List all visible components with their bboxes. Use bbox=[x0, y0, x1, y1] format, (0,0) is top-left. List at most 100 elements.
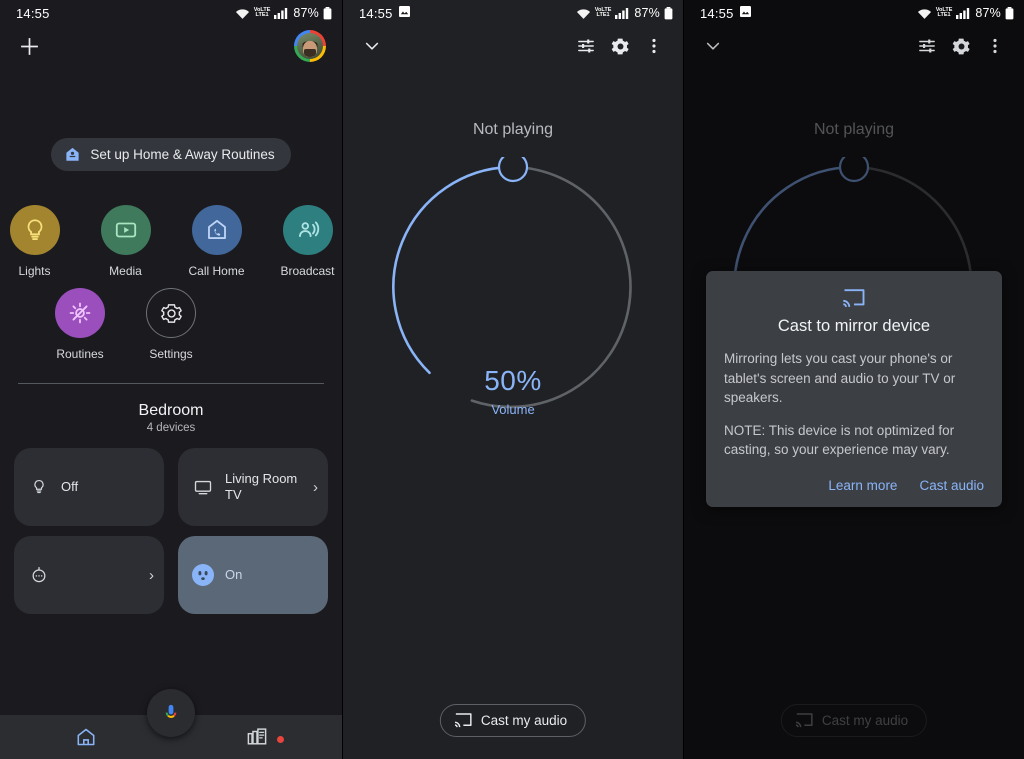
status-time: 14:55 bbox=[16, 5, 50, 21]
battery-percent: 87% bbox=[975, 6, 1001, 20]
dialog-paragraph-2: NOTE: This device is not optimized for c… bbox=[724, 422, 955, 458]
nav-home[interactable] bbox=[0, 726, 171, 748]
setup-routines-label: Set up Home & Away Routines bbox=[90, 147, 275, 162]
volume-percent: 50% bbox=[484, 365, 542, 396]
table-row[interactable]: Off bbox=[14, 448, 164, 526]
cast-icon bbox=[795, 713, 813, 728]
chevron-down-icon bbox=[706, 42, 720, 50]
nav-feed[interactable] bbox=[171, 726, 342, 748]
cast-icon bbox=[724, 289, 984, 308]
volte-indicator: VoLTE LTE1 bbox=[594, 6, 612, 18]
dial-handle bbox=[497, 157, 529, 183]
quick-action-label: Broadcast bbox=[280, 264, 335, 278]
dialog-title: Cast to mirror device bbox=[777, 317, 931, 335]
cast-action-bar bbox=[684, 26, 1024, 66]
quick-action-media[interactable]: Media bbox=[89, 205, 162, 278]
dial-progress bbox=[392, 165, 515, 375]
overflow-menu-button[interactable] bbox=[637, 29, 671, 63]
quick-action-label: Lights bbox=[18, 264, 51, 278]
signal-bars-icon bbox=[615, 8, 629, 19]
battery-percent: 87% bbox=[634, 6, 660, 20]
volte-indicator: VoLTE LTE1 bbox=[253, 6, 271, 18]
cast-my-audio-button[interactable]: Cast my audio bbox=[780, 704, 928, 737]
avatar-image bbox=[297, 33, 323, 59]
gear-icon bbox=[952, 38, 970, 54]
status-icons: VoLTE LTE1 87% bbox=[576, 6, 673, 20]
room-device-count: 4 devices bbox=[146, 422, 196, 434]
feed-badge bbox=[277, 736, 284, 743]
cast-audio-button[interactable]: Cast audio bbox=[919, 478, 984, 493]
equalizer-icon bbox=[578, 39, 594, 53]
dialog-body: Mirroring lets you cast your phone's or … bbox=[724, 349, 984, 460]
device-state-label: On bbox=[225, 566, 243, 582]
device-tiles: Off Living Room TV › › On bbox=[14, 448, 328, 614]
quick-action-settings[interactable]: Settings bbox=[135, 288, 208, 361]
room-title: Bedroom bbox=[138, 402, 204, 419]
quick-action-lights[interactable]: Lights bbox=[0, 205, 71, 278]
avatar[interactable] bbox=[294, 30, 326, 62]
quick-action-routines[interactable]: Routines bbox=[44, 288, 117, 361]
settings-button[interactable] bbox=[944, 29, 978, 63]
quick-action-call-home[interactable]: Call Home bbox=[180, 205, 253, 278]
assistant-mic-icon bbox=[165, 704, 177, 718]
tv-icon bbox=[190, 477, 216, 497]
add-device-button[interactable] bbox=[12, 29, 46, 63]
table-row[interactable]: On bbox=[178, 536, 328, 614]
equalizer-button[interactable] bbox=[910, 29, 944, 63]
call-home-icon bbox=[191, 205, 242, 255]
image-icon bbox=[398, 6, 410, 20]
status-time: 14:55 bbox=[700, 5, 734, 21]
table-row[interactable]: Living Room TV › bbox=[178, 448, 328, 526]
signal-bars-icon bbox=[274, 8, 288, 19]
status-bar-volume: 14:55 VoLTE LTE1 87% bbox=[343, 0, 683, 26]
quick-action-broadcast[interactable]: Broadcast bbox=[271, 205, 342, 278]
table-row[interactable]: › bbox=[14, 536, 164, 614]
volume-dial[interactable]: 50% Volume bbox=[383, 157, 643, 417]
cast-icon bbox=[454, 713, 472, 728]
feed-icon bbox=[247, 728, 266, 745]
battery-percent: 87% bbox=[293, 6, 319, 20]
settings-button[interactable] bbox=[603, 29, 637, 63]
learn-more-button[interactable]: Learn more bbox=[828, 478, 897, 493]
play-box-icon bbox=[100, 205, 151, 255]
gear-icon bbox=[611, 38, 629, 54]
quick-action-label: Routines bbox=[56, 347, 104, 361]
quick-action-label: Media bbox=[109, 264, 142, 278]
cast-my-audio-button[interactable]: Cast my audio bbox=[439, 704, 587, 737]
plus-icon bbox=[20, 37, 38, 55]
quick-actions-grid: Lights Media Call Home Broadcast Routine… bbox=[0, 205, 342, 361]
overflow-menu-button[interactable] bbox=[978, 29, 1012, 63]
home-icon bbox=[77, 728, 94, 746]
home-routine-icon bbox=[66, 147, 79, 161]
wifi-icon bbox=[917, 8, 931, 19]
google-home-panel: 14:55 VoLTE LTE1 87% Set up Home & Away … bbox=[0, 0, 342, 759]
signal-bars-icon bbox=[956, 8, 970, 19]
status-icons: VoLTE LTE1 87% bbox=[235, 6, 332, 20]
chevron-right-icon: › bbox=[313, 478, 318, 496]
collapse-button[interactable] bbox=[355, 29, 389, 63]
dial-handle bbox=[838, 157, 870, 183]
volume-label: Volume bbox=[491, 402, 535, 417]
section-divider bbox=[18, 383, 324, 384]
assistant-mic-button[interactable] bbox=[147, 689, 195, 737]
now-playing-status: Not playing bbox=[813, 121, 895, 138]
now-playing-status: Not playing bbox=[472, 121, 554, 138]
battery-icon bbox=[1005, 6, 1014, 19]
lightbulb-icon bbox=[26, 478, 52, 496]
dialog-paragraph-1: Mirroring lets you cast your phone's or … bbox=[724, 351, 956, 406]
setup-routines-chip[interactable]: Set up Home & Away Routines bbox=[51, 138, 291, 171]
collapse-button[interactable] bbox=[696, 29, 730, 63]
equalizer-button[interactable] bbox=[569, 29, 603, 63]
dialog-actions: Learn more Cast audio bbox=[724, 478, 984, 495]
device-state-label: Living Room TV bbox=[225, 470, 298, 502]
quick-action-label: Settings bbox=[149, 347, 193, 361]
battery-icon bbox=[664, 6, 673, 19]
outlet-icon bbox=[190, 562, 216, 588]
quick-action-label: Call Home bbox=[188, 264, 245, 278]
chevron-down-icon bbox=[365, 42, 379, 50]
screenshot-stage: 14:55 VoLTE LTE1 87% Set up Home & Away … bbox=[0, 0, 1024, 759]
home-action-bar bbox=[0, 26, 342, 66]
lightbulb-icon bbox=[9, 205, 60, 255]
gear-icon bbox=[146, 288, 196, 338]
volte-indicator: VoLTE LTE1 bbox=[935, 6, 953, 18]
